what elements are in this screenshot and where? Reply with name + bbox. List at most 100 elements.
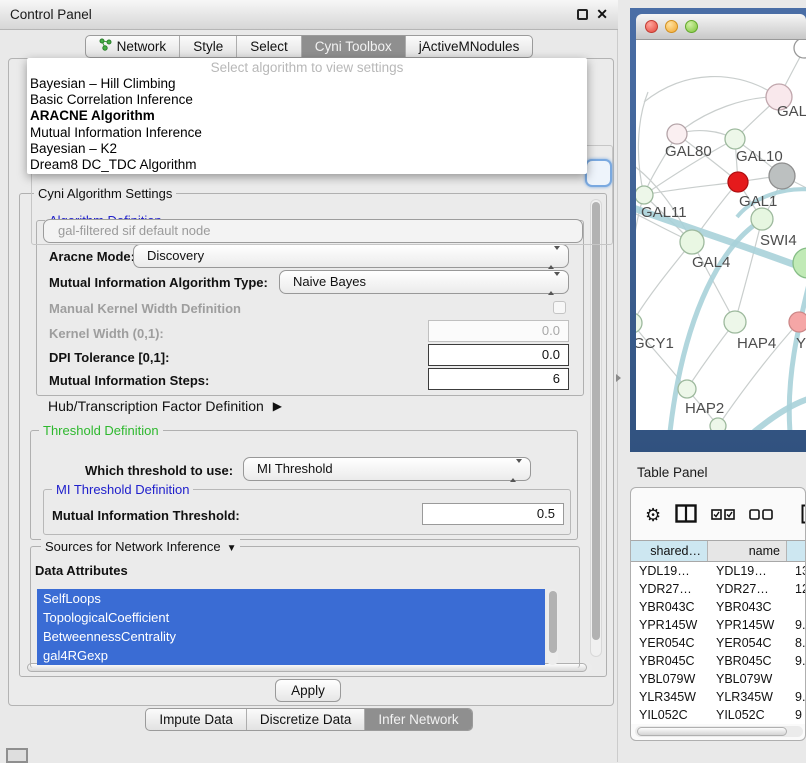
tab-select[interactable]: Select — [236, 36, 301, 57]
network-node-gal1[interactable] — [728, 172, 748, 192]
network-node[interactable] — [710, 418, 726, 430]
table-cell: YIL052C — [631, 706, 708, 724]
attribute-item-selfloops[interactable]: SelfLoops — [37, 589, 545, 608]
apply-button[interactable]: Apply — [275, 679, 341, 702]
network-node[interactable] — [793, 248, 806, 278]
algorithm-option-dream8-dc-tdc-algorithm[interactable]: Dream8 DC_TDC Algorithm — [27, 157, 587, 173]
close-icon[interactable]: ✕ — [596, 9, 608, 20]
algorithm-combo-partial[interactable] — [585, 159, 612, 187]
network-node-gal11[interactable] — [636, 186, 653, 204]
select-all-icon[interactable] — [711, 508, 735, 523]
network-node-hap2[interactable] — [678, 380, 696, 398]
table-row[interactable]: YDL19…YDL19…13 — [631, 562, 806, 580]
column-header-name[interactable]: name — [708, 541, 787, 561]
algorithm-option-basic-correlation-inference[interactable]: Basic Correlation Inference — [27, 92, 587, 108]
kernel-width-field[interactable]: 0.0 — [428, 320, 569, 342]
column-header-a[interactable]: A — [787, 541, 806, 561]
network-node-y[interactable] — [789, 312, 806, 332]
deselect-all-icon[interactable] — [749, 508, 773, 523]
algorithm-definition-group: Algorithm Definition Aracne Mode: Discov… — [36, 220, 584, 396]
table-row[interactable]: YER054CYER054C8. — [631, 634, 806, 652]
algorithm-dropdown-list: Select algorithm to view settings Bayesi… — [27, 58, 587, 174]
algorithm-option-bayesian-k2[interactable]: Bayesian – K2 — [27, 141, 587, 157]
table-cell: YIL052C — [708, 706, 787, 724]
expand-right-icon: ▶ — [273, 399, 282, 413]
split-columns-icon[interactable] — [675, 504, 697, 526]
zoom-window-icon[interactable] — [685, 20, 698, 33]
attributes-list-scrollbar[interactable] — [547, 589, 558, 665]
settings-vertical-scrollbar[interactable] — [590, 199, 602, 657]
mi-steps-field[interactable]: 6 — [428, 368, 569, 390]
gear-icon[interactable]: ⚙ — [645, 505, 661, 525]
aracne-mode-combo[interactable]: Discovery — [133, 244, 569, 268]
tab-infer-network[interactable]: Infer Network — [364, 709, 471, 730]
network-node-gcy1[interactable] — [636, 313, 642, 333]
which-threshold-combo[interactable]: MI Threshold — [243, 457, 531, 481]
network-canvas[interactable]: GALGAL80GAL10GAL1GAL11SWI4GAL4GCY1HAP4YH… — [636, 40, 806, 430]
algorithm-option-mutual-information-inference[interactable]: Mutual Information Inference — [27, 125, 587, 141]
dropdown-prompt: Select algorithm to view settings — [27, 60, 587, 76]
algorithm-option-aracne-algorithm[interactable]: ARACNE Algorithm — [27, 108, 587, 124]
table-cell: YBR043C — [708, 598, 787, 616]
network-source-combo[interactable]: gal-filtered sif default node — [43, 219, 583, 243]
table-cell: YLR345W — [631, 688, 708, 706]
table-row[interactable]: YBR045CYBR045C9. — [631, 652, 806, 670]
table-row[interactable]: YBR043CYBR043C — [631, 598, 806, 616]
mi-algorithm-type-combo[interactable]: Naive Bayes — [279, 270, 569, 294]
column-header-shared[interactable]: shared… — [631, 541, 708, 561]
table-row[interactable]: YDR27…YDR27…12 — [631, 580, 806, 598]
tab-cyni-toolbox[interactable]: Cyni Toolbox — [301, 36, 405, 57]
node-label-gal10: GAL10 — [736, 148, 783, 165]
network-node-gal10[interactable] — [725, 129, 745, 149]
manual-kernel-width-checkbox[interactable] — [553, 301, 566, 314]
node-table: shared…nameA YDL19…YDL19…13YDR27…YDR27…1… — [631, 540, 806, 724]
mi-threshold-field[interactable]: 0.5 — [422, 503, 564, 525]
combo-stepper-icon — [548, 276, 560, 291]
float-panel-icon[interactable] — [577, 9, 588, 20]
network-edge-thick — [754, 397, 806, 430]
table-cell: YPR145W — [631, 616, 708, 634]
tab-discretize-data[interactable]: Discretize Data — [246, 709, 365, 730]
table-row[interactable]: YIL052CYIL052C9 — [631, 706, 806, 724]
close-window-icon[interactable] — [645, 20, 658, 33]
tab-style[interactable]: Style — [179, 36, 236, 57]
table-cell — [787, 670, 806, 688]
network-node-gal4[interactable] — [680, 230, 704, 254]
network-node-swi4[interactable] — [751, 208, 773, 230]
attribute-item-betweennesscentrality[interactable]: BetweennessCentrality — [37, 627, 545, 646]
node-label-swi4: SWI4 — [760, 232, 797, 249]
algorithm-option-bayesian-hill-climbing[interactable]: Bayesian – Hill Climbing — [27, 76, 587, 92]
threshold-definition-group: Threshold Definition Which threshold to … — [30, 430, 578, 540]
table-row[interactable]: YLR345WYLR345W9. — [631, 688, 806, 706]
network-edge — [638, 92, 648, 195]
splitter-collapse-icon[interactable] — [616, 374, 621, 382]
network-node-hap4[interactable] — [724, 311, 746, 333]
dpi-tolerance-field[interactable]: 0.0 — [428, 344, 569, 366]
network-node[interactable] — [794, 40, 806, 58]
network-node[interactable] — [769, 163, 795, 189]
tab-jactivemnodules[interactable]: jActiveMNodules — [405, 36, 533, 57]
minimize-window-icon[interactable] — [665, 20, 678, 33]
export-table-icon[interactable] — [801, 504, 806, 527]
panel-title: Control Panel — [10, 7, 92, 22]
bottom-tab-bar: Impute DataDiscretize DataInfer Network — [0, 708, 618, 731]
node-label-gal: GAL — [777, 103, 806, 120]
mi-threshold-label: Mutual Information Threshold: — [52, 508, 240, 523]
table-row[interactable]: YBL079WYBL079W — [631, 670, 806, 688]
sources-group-title[interactable]: Sources for Network Inference▼ — [41, 539, 240, 554]
table-row[interactable]: YPR145WYPR145W9. — [631, 616, 806, 634]
docked-panel-icon[interactable] — [6, 748, 28, 763]
attribute-item-gal4rgexp[interactable]: gal4RGexp — [37, 646, 545, 665]
network-node-gal80[interactable] — [667, 124, 687, 144]
hub-transcription-expander[interactable]: Hub/Transcription Factor Definition ▶ — [48, 398, 282, 414]
attribute-item-topologicalcoefficient[interactable]: TopologicalCoefficient — [37, 608, 545, 627]
table-cell: 12 — [787, 580, 806, 598]
table-cell — [787, 598, 806, 616]
node-label-hap2: HAP2 — [685, 400, 724, 417]
table-cell: YDL19… — [708, 562, 787, 580]
tab-label: Network — [117, 36, 167, 57]
tab-network[interactable]: Network — [86, 36, 180, 57]
tab-impute-data[interactable]: Impute Data — [146, 709, 246, 730]
table-cell: 9. — [787, 652, 806, 670]
table-horizontal-scrollbar[interactable] — [635, 726, 803, 737]
